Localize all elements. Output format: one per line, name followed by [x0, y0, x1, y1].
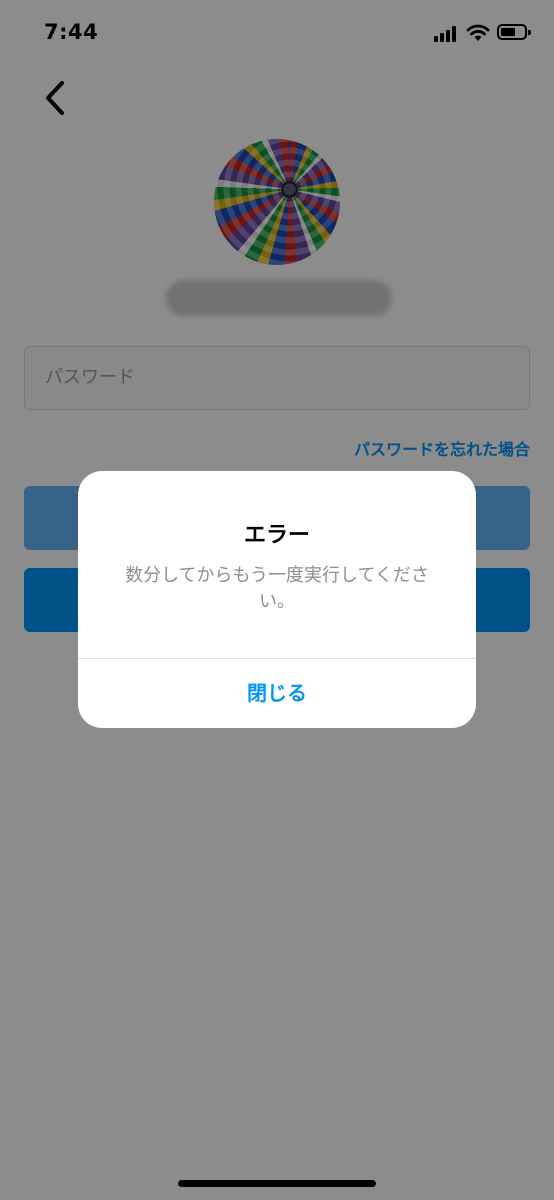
- close-button[interactable]: 閉じる: [78, 659, 476, 728]
- home-indicator[interactable]: [178, 1180, 376, 1187]
- dialog-message: 数分してからもう一度実行してください。: [125, 565, 429, 612]
- dialog-title: エラー: [243, 523, 310, 548]
- error-dialog: エラー 数分してからもう一度実行してください。 閉じる: [78, 471, 476, 728]
